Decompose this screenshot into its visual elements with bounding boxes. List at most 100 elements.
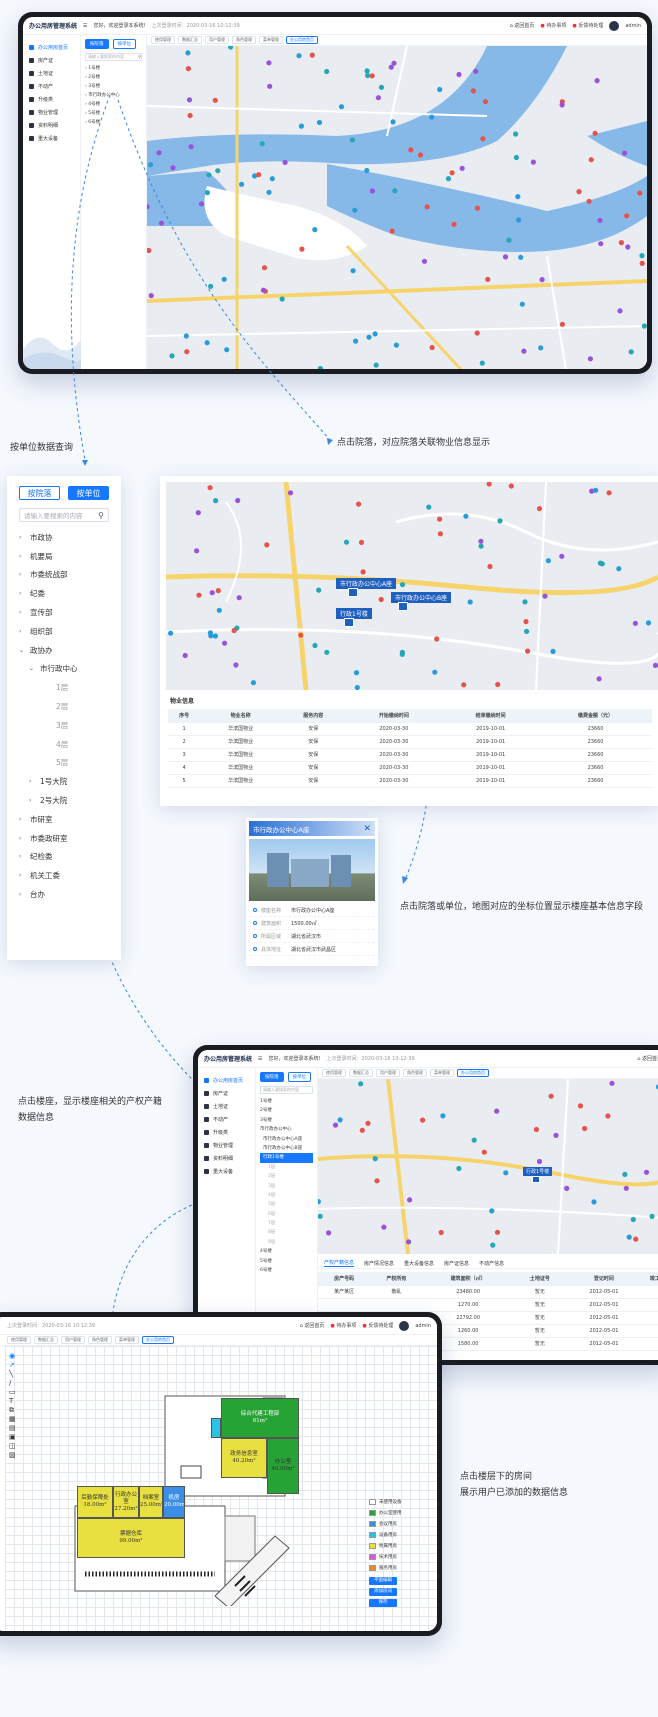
poi-marker[interactable] bbox=[628, 349, 634, 355]
poi-marker[interactable] bbox=[525, 648, 531, 654]
tree-node[interactable]: › 3号楼 bbox=[85, 82, 142, 91]
poi-marker[interactable] bbox=[296, 53, 302, 59]
tree-node[interactable]: 4号楼 bbox=[260, 1247, 313, 1256]
poi-marker[interactable] bbox=[497, 518, 503, 524]
poi-marker[interactable] bbox=[586, 198, 592, 204]
poi-marker[interactable] bbox=[623, 1185, 629, 1191]
poi-marker[interactable] bbox=[641, 323, 647, 329]
table-row[interactable]: 5 华滨国物业 安保 2020-03-30 2019-10-01 23660 bbox=[168, 774, 652, 788]
poi-marker[interactable] bbox=[250, 680, 256, 686]
user-name[interactable]: admin bbox=[625, 23, 641, 29]
tree-node[interactable]: 6号楼 bbox=[260, 1266, 313, 1275]
poi-marker[interactable] bbox=[559, 321, 565, 327]
poi-marker[interactable] bbox=[622, 150, 628, 156]
poi-marker[interactable] bbox=[545, 558, 551, 564]
tree-node[interactable]: › 机关工委 bbox=[19, 866, 109, 885]
poi-marker[interactable] bbox=[147, 247, 152, 254]
poi-marker[interactable] bbox=[502, 254, 509, 260]
poi-marker[interactable] bbox=[222, 640, 228, 646]
home-link[interactable]: ⌂ 返回首页 bbox=[510, 22, 535, 29]
copy-icon[interactable]: ⧉ bbox=[9, 1406, 19, 1415]
poi-marker[interactable] bbox=[437, 86, 443, 93]
poi-marker[interactable] bbox=[481, 1149, 487, 1155]
tree-node[interactable]: › 2号大院 bbox=[19, 791, 109, 810]
city-map[interactable] bbox=[147, 46, 647, 369]
poi-marker[interactable] bbox=[559, 102, 565, 108]
poi-marker[interactable] bbox=[639, 260, 645, 266]
poi-marker[interactable] bbox=[440, 1113, 446, 1119]
tree-node[interactable]: 4层 bbox=[260, 1191, 313, 1200]
poi-marker[interactable] bbox=[261, 265, 268, 271]
poi-marker[interactable] bbox=[378, 84, 385, 90]
poi-marker[interactable] bbox=[521, 348, 527, 354]
floorplan-action-button[interactable]: 添加房间 bbox=[369, 1588, 397, 1596]
poi-marker[interactable] bbox=[482, 99, 489, 105]
poi-marker[interactable] bbox=[649, 1213, 655, 1219]
room[interactable]: 票据仓库 99.00m² bbox=[77, 1518, 185, 1558]
menu-toggle-icon[interactable]: ☰ bbox=[258, 1056, 262, 1062]
poi-marker[interactable] bbox=[353, 670, 360, 676]
poi-marker[interactable] bbox=[645, 620, 652, 626]
tree-node[interactable]: 3号楼 bbox=[260, 1116, 313, 1125]
poi-marker[interactable] bbox=[390, 119, 396, 125]
poi-marker[interactable] bbox=[182, 652, 188, 659]
poi-marker[interactable] bbox=[354, 684, 360, 690]
poi-marker[interactable] bbox=[366, 334, 372, 340]
poi-marker[interactable] bbox=[359, 1127, 365, 1133]
poi-marker[interactable] bbox=[213, 498, 219, 504]
poi-marker[interactable] bbox=[522, 599, 528, 605]
poi-marker[interactable] bbox=[533, 1126, 539, 1133]
poi-marker[interactable] bbox=[324, 649, 330, 655]
poi-marker[interactable] bbox=[264, 542, 270, 548]
tab[interactable]: 使用管理 bbox=[322, 1069, 346, 1077]
poi-marker[interactable] bbox=[530, 159, 536, 165]
poi-marker[interactable] bbox=[158, 220, 165, 226]
poi-marker[interactable] bbox=[170, 165, 176, 171]
poi-marker[interactable] bbox=[156, 150, 162, 156]
poi-marker[interactable] bbox=[597, 560, 603, 566]
poi-marker[interactable] bbox=[187, 112, 193, 119]
sidebar-item-house-cert[interactable]: 房产证 bbox=[198, 1087, 255, 1100]
tab-active[interactable]: 办公用房首页 bbox=[142, 1336, 174, 1344]
poi-marker[interactable] bbox=[508, 483, 514, 489]
poi-marker[interactable] bbox=[208, 283, 214, 289]
tab[interactable]: 菜单管理 bbox=[430, 1069, 454, 1077]
todo-link[interactable]: ● 待办事项 bbox=[540, 22, 566, 29]
room[interactable]: 办公室 40.00m² bbox=[267, 1438, 299, 1494]
poi-marker[interactable] bbox=[480, 136, 486, 142]
poi-marker[interactable] bbox=[626, 1234, 632, 1240]
poi-marker[interactable] bbox=[456, 71, 462, 78]
sidebar-item-home[interactable]: 办公用房首页 bbox=[198, 1074, 255, 1087]
poi-marker[interactable] bbox=[266, 60, 272, 66]
poi-marker[interactable] bbox=[185, 66, 191, 72]
poi-marker[interactable] bbox=[478, 543, 484, 549]
info-tab[interactable]: 产权产籍信息 bbox=[324, 1259, 355, 1267]
tree-node[interactable]: › 6号楼 bbox=[85, 118, 142, 127]
tree-node[interactable]: › 市委统战部 bbox=[19, 566, 109, 585]
poi-marker[interactable] bbox=[618, 240, 624, 246]
tree-node[interactable]: 2层 bbox=[260, 1172, 313, 1181]
poi-marker[interactable] bbox=[564, 1185, 570, 1191]
poi-marker[interactable] bbox=[559, 553, 565, 559]
tree-node[interactable]: › 4号楼 bbox=[85, 100, 142, 109]
poi-marker[interactable] bbox=[622, 1171, 628, 1177]
poi-marker[interactable] bbox=[279, 296, 285, 302]
poi-marker[interactable] bbox=[381, 1224, 387, 1230]
avatar[interactable] bbox=[609, 20, 620, 31]
tree-node[interactable]: 3层 bbox=[19, 716, 109, 735]
info-tab[interactable]: 不动产信息 bbox=[479, 1260, 504, 1267]
poi-marker[interactable] bbox=[449, 170, 455, 176]
todo-link[interactable]: ● 待办事项 bbox=[330, 1322, 356, 1329]
by-courtyard-button[interactable]: 按院落 bbox=[260, 1072, 284, 1082]
poi-marker[interactable] bbox=[426, 504, 432, 510]
poi-marker[interactable] bbox=[369, 73, 375, 79]
poi-marker[interactable] bbox=[515, 194, 521, 200]
poi-marker[interactable] bbox=[352, 207, 358, 213]
building-pin-icon[interactable] bbox=[398, 602, 408, 611]
feedback-link[interactable]: ● 反馈待处理 bbox=[572, 22, 603, 29]
poi-marker[interactable] bbox=[478, 538, 484, 544]
sidebar-item-equipment[interactable]: 重大设备 bbox=[198, 1165, 255, 1178]
tree-node[interactable]: › 宣传部 bbox=[19, 603, 109, 622]
poi-marker[interactable] bbox=[309, 52, 315, 58]
poi-marker[interactable] bbox=[471, 1137, 477, 1143]
